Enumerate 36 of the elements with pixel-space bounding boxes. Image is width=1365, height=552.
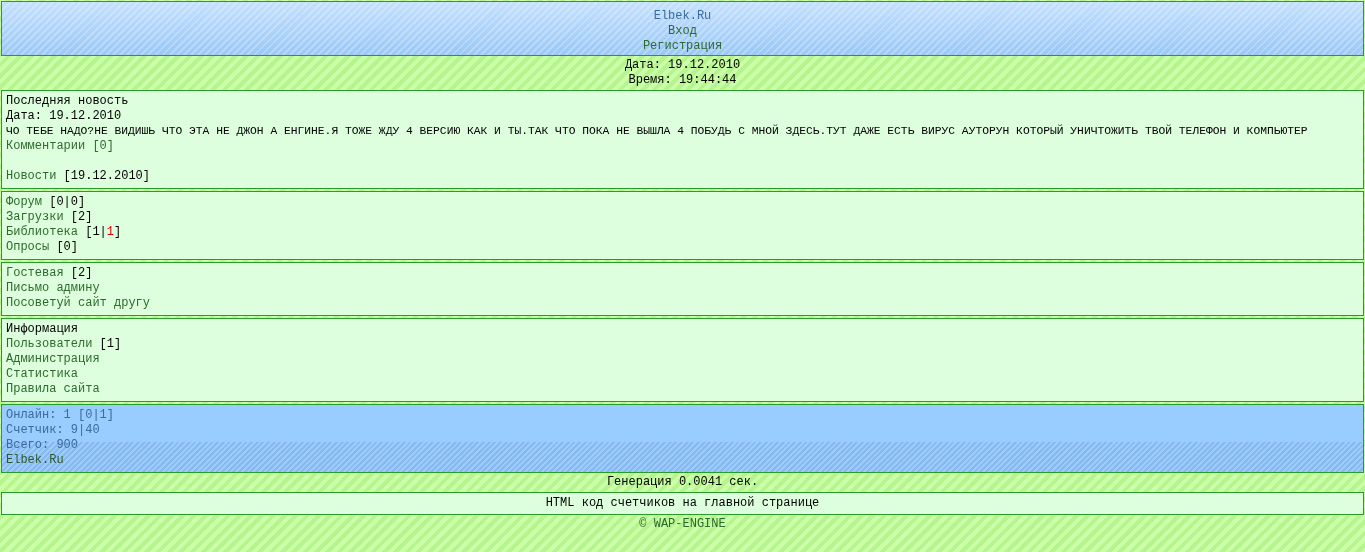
stats-text: Всего: 900 — [6, 438, 78, 453]
menu-link[interactable]: Опросы — [6, 240, 50, 255]
item-count: [0|0] — [49, 195, 86, 210]
news-title: Последняя новость — [6, 94, 129, 109]
comments-link[interactable]: Комментарии [0] — [6, 139, 115, 154]
date-time-text: Дата: 19.12.2010 — [624, 58, 741, 73]
site-link[interactable]: Elbek.Ru — [6, 453, 64, 468]
news-date-count: [19.12.2010] — [63, 169, 151, 184]
generation-text: Генерация 0.0041 сек. — [606, 475, 759, 490]
menu-link[interactable]: Статистика — [6, 367, 78, 382]
menu-link[interactable]: Пользователи — [6, 337, 93, 352]
menu-link[interactable]: Загрузки — [6, 210, 64, 225]
nav-link[interactable]: Регистрация — [642, 39, 723, 54]
menu-link[interactable]: Письмо админу — [6, 281, 100, 296]
counters-link[interactable]: HTML код счетчиков на главной странице — [545, 496, 820, 511]
stats-text: Онлайн: 1 [0|1] — [6, 408, 115, 423]
item-count: [0] — [56, 240, 78, 255]
date-time-text: Время: 19:44:44 — [628, 73, 737, 88]
news-link[interactable]: Новости — [6, 169, 57, 184]
menu-link[interactable]: Посоветуй сайт другу — [6, 296, 151, 311]
item-count: [2] — [70, 210, 93, 225]
item-count: [1|1] — [85, 225, 122, 240]
item-count: [1] — [99, 337, 122, 352]
section-heading: Информация — [6, 322, 78, 337]
menu-link[interactable]: Библиотека — [6, 225, 78, 240]
menu-link[interactable]: Администрация — [6, 352, 100, 367]
menu-link[interactable]: Гостевая — [6, 266, 64, 281]
item-count: [2] — [70, 266, 93, 281]
news-text: ЧО ТЕБЕ НАДО?НЕ ВИДИШЬ ЧТО ЭТА НЕ ДЖОН А ЕНГИНЕ.Я ТОЖЕ ЖДУ 4 ВЕРСИЮ КАК И ТЫ.ТАК ЧТО ПОКА НЕ ВЫШЛА 4 ПОБУДЬ С МНОЙ ЗДЕСЬ.ТУТ ДАЖЕ ЕСТЬ ВИРУС АУТОРУН КОТОРЫЙ УНИЧТОЖИТЬ ТВОЙ ТЕЛЕФОН И КОМПЬЮТЕР — [6, 124, 1309, 139]
copyright-text: © WAP-ENGINE — [639, 517, 726, 532]
site-link[interactable]: Elbek.Ru — [653, 9, 712, 24]
nav-link[interactable]: Вход — [668, 24, 697, 39]
menu-link[interactable]: Правила сайта — [6, 382, 100, 397]
stats-text: Счетчик: 9|40 — [6, 423, 100, 438]
menu-link[interactable]: Форум — [6, 195, 42, 210]
news-date: Дата: 19.12.2010 — [6, 109, 122, 124]
